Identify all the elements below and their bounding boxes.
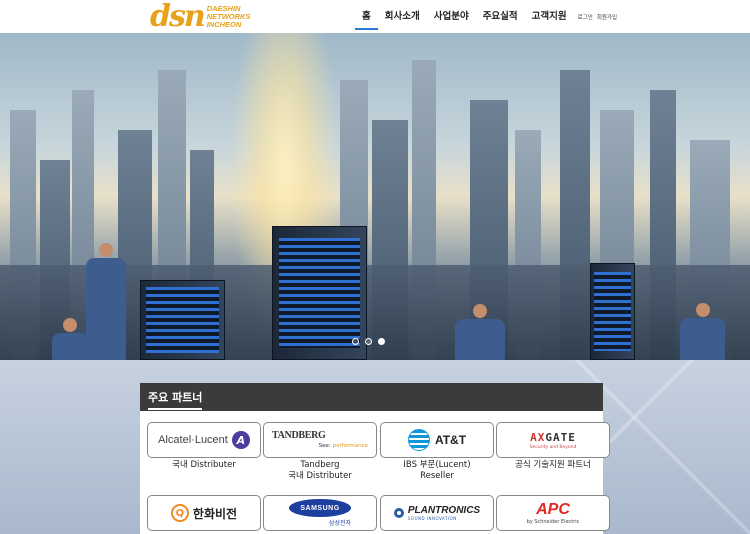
plantronics-icon: [393, 508, 404, 518]
technician-figure: [86, 243, 126, 360]
hanwha-wordmark: 한화비전: [192, 506, 238, 521]
logo-text: DAESHIN NETWORKS INCHEON: [207, 5, 251, 29]
apc-tagline: by Schneider Electric: [526, 518, 580, 525]
axgate-wordmark: AXGATE: [530, 431, 576, 444]
axgate-gate: GATE: [545, 430, 576, 444]
hero-banner-image: [0, 33, 750, 360]
dsn-logo[interactable]: dsn DAESHIN NETWORKS INCHEON: [150, 0, 251, 34]
partners-header: 주요 파트너: [140, 383, 603, 411]
att-wordmark: AT&T: [434, 433, 467, 447]
hanwha-vision-logo: Q 한화비전: [147, 495, 261, 531]
nav-home[interactable]: 홈: [355, 0, 378, 33]
login-link[interactable]: 로그인: [578, 13, 593, 21]
technician-figure: [52, 318, 88, 360]
partner-caption: 공식 기술지원 파트너: [496, 460, 610, 471]
partner-card-apc[interactable]: APC by Schneider Electric: [496, 495, 610, 531]
tandberg-wordmark: TANDBERG: [272, 429, 326, 441]
server-rack: [140, 280, 225, 360]
partner-caption: IBS 부문(Lucent) Reseller: [380, 460, 494, 482]
technician-figure: [455, 304, 505, 360]
plantronics-tagline: SOUND INNOVATION: [407, 516, 457, 521]
hanwha-icon: Q: [170, 504, 189, 522]
nav-company[interactable]: 회사소개: [378, 0, 427, 33]
partners-title: 주요 파트너: [148, 389, 203, 410]
nav-support[interactable]: 고객지원: [525, 0, 574, 33]
att-globe-icon: [407, 429, 430, 451]
axgate-tagline: Security and Beyond: [529, 444, 577, 450]
caption-line: 공식 기술지원 파트너: [515, 460, 591, 470]
partner-caption: 국내 Distributer: [147, 460, 261, 471]
caption-line: IBS 부문(Lucent): [403, 460, 471, 470]
main-nav: 홈 회사소개 사업분야 주요실적 고객지원 로그인 회원가입: [355, 0, 617, 33]
slide-dot-1[interactable]: [352, 338, 359, 345]
partner-card-plantronics[interactable]: PLANTRONICS SOUND INNOVATION: [380, 495, 494, 531]
tandberg-tagline-performance: performance: [332, 443, 368, 449]
slide-dot-2[interactable]: [365, 338, 372, 345]
samsung-logo: SAMSUNG 삼성전자: [263, 495, 377, 531]
partners-section: 주요 파트너 Alcatel·Lucent A 국내 Distributer T…: [140, 383, 610, 534]
partner-card-att[interactable]: AT&T IBS 부문(Lucent) Reseller: [380, 422, 494, 482]
nav-portfolio[interactable]: 주요실적: [476, 0, 525, 33]
nav-business[interactable]: 사업분야: [427, 0, 476, 33]
plantronics-logo: PLANTRONICS SOUND INNOVATION: [380, 495, 494, 531]
logo-line-3: INCHEON: [206, 20, 242, 29]
partner-card-axgate[interactable]: AXGATE Security and Beyond 공식 기술지원 파트너: [496, 422, 610, 471]
apc-wordmark: APC: [536, 500, 570, 518]
partner-card-hanwha-vision[interactable]: Q 한화비전: [147, 495, 261, 531]
samsung-wordmark: SAMSUNG: [289, 499, 351, 517]
plantronics-wordmark: PLANTRONICS: [407, 505, 481, 516]
partner-caption: Tandberg 국내 Distributer: [263, 460, 377, 482]
alcatel-lucent-wordmark: Alcatel·Lucent: [158, 434, 228, 446]
site-header: dsn DAESHIN NETWORKS INCHEON 홈 회사소개 사업분야…: [0, 0, 750, 33]
server-rack: [590, 263, 635, 360]
samsung-korean: 삼성전자: [328, 520, 351, 527]
slider-pagination: [352, 338, 385, 345]
alcatel-lucent-logo: Alcatel·Lucent A: [147, 422, 261, 458]
caption-line: 국내 Distributer: [288, 471, 352, 481]
axgate-logo: AXGATE Security and Beyond: [496, 422, 610, 458]
logo-mark: dsn: [150, 0, 206, 34]
tandberg-tagline-see: See:: [318, 443, 331, 449]
partner-card-tandberg[interactable]: TANDBERG See: performance Tandberg 국내 Di…: [263, 422, 377, 482]
tandberg-logo: TANDBERG See: performance: [263, 422, 377, 458]
apc-logo: APC by Schneider Electric: [496, 495, 610, 531]
tandberg-tagline: See: performance: [272, 441, 368, 451]
caption-line: 국내 Distributer: [172, 460, 236, 470]
signup-link[interactable]: 회원가입: [597, 13, 617, 21]
technician-figure: [680, 303, 725, 360]
axgate-ax: AX: [530, 430, 546, 444]
partner-card-samsung[interactable]: SAMSUNG 삼성전자: [263, 495, 377, 531]
alcatel-lucent-icon: A: [231, 431, 250, 449]
caption-line: Tandberg: [300, 460, 340, 470]
slide-dot-3[interactable]: [378, 338, 385, 345]
att-logo: AT&T: [380, 422, 494, 458]
caption-line: Reseller: [420, 471, 454, 481]
partner-card-alcatel-lucent[interactable]: Alcatel·Lucent A 국내 Distributer: [147, 422, 261, 471]
